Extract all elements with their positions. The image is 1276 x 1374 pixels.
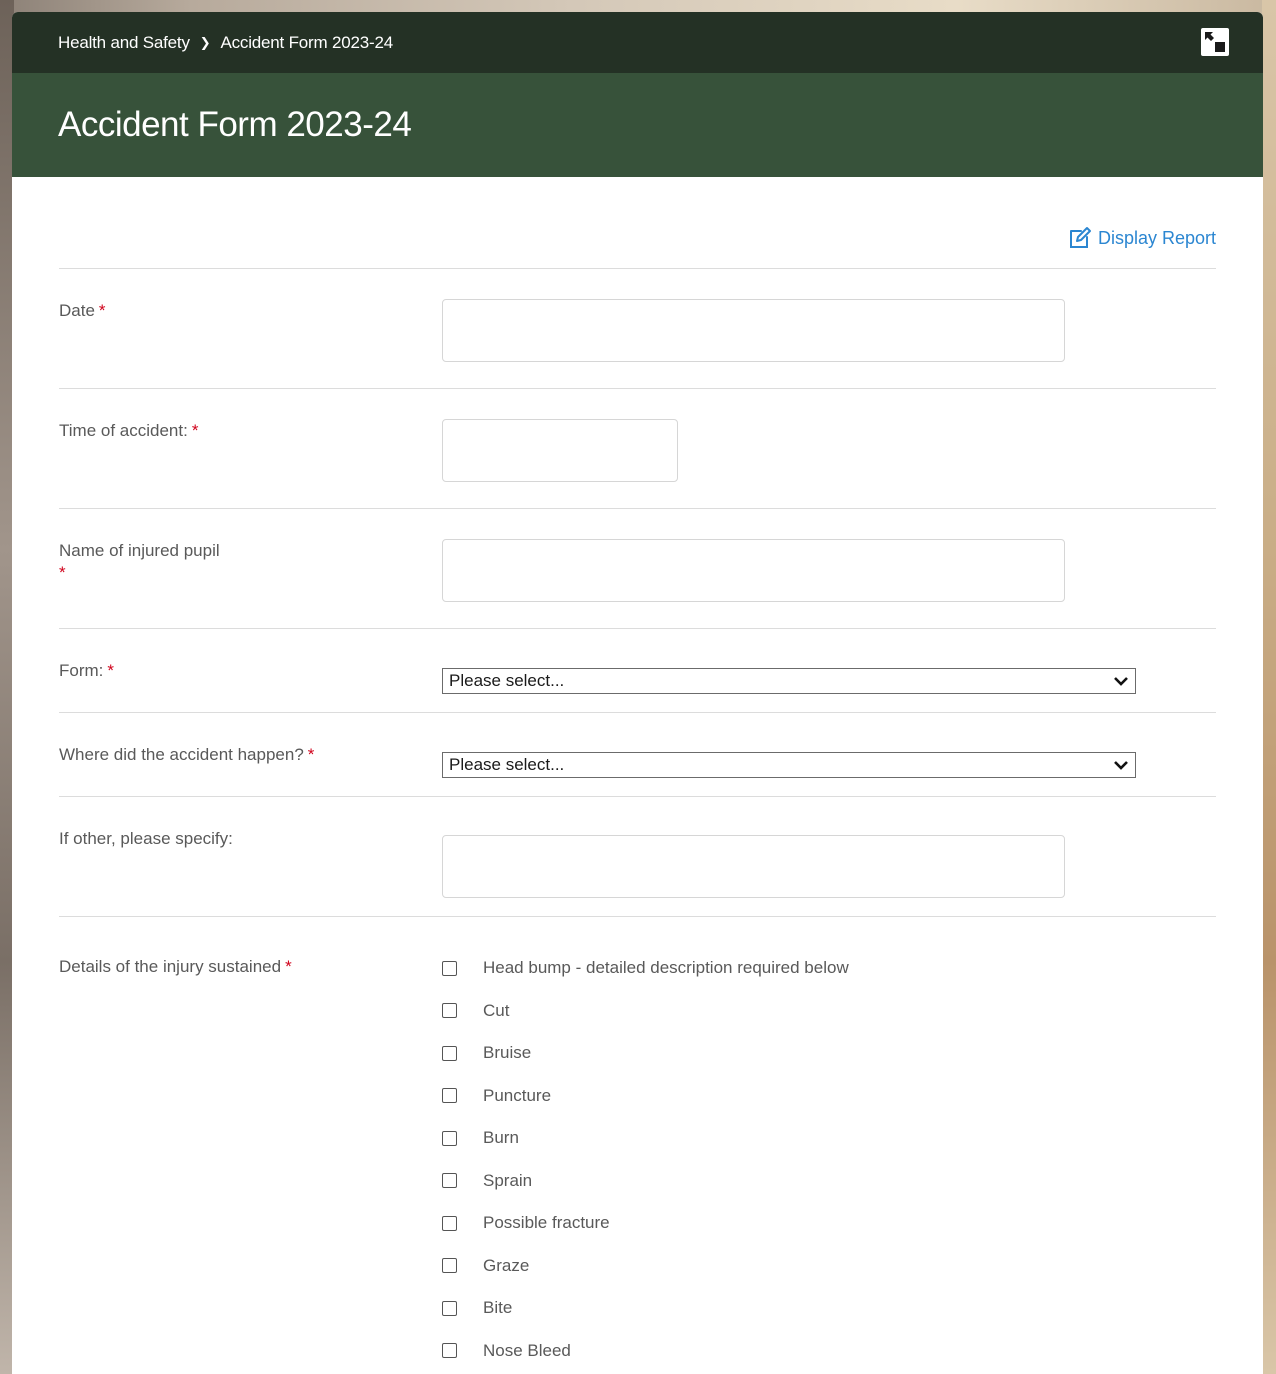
required-mark: *	[59, 563, 66, 582]
injury-label: Details of the injury sustained *	[59, 957, 292, 976]
display-report-label: Display Report	[1097, 227, 1216, 248]
required-mark: *	[307, 745, 315, 764]
other-input[interactable]	[442, 835, 1065, 898]
date-label: Date *	[59, 301, 106, 320]
other-label: If other, please specify:	[59, 829, 233, 848]
injury-option[interactable]: Nose Bleed	[442, 1330, 1216, 1373]
pupil-name-input[interactable]	[442, 539, 1065, 602]
checkbox[interactable]	[442, 1343, 457, 1359]
form-row: Form: * Please select...	[59, 629, 1216, 713]
background-right	[1262, 0, 1276, 1374]
form-panel: Health and Safety ❯ Accident Form 2023-2…	[12, 12, 1263, 1374]
checkbox[interactable]	[442, 1215, 457, 1231]
expand-icon	[1205, 32, 1225, 52]
pupil-name-row: Name of injured pupil *	[59, 509, 1216, 629]
injury-row: Details of the injury sustained * Head bu…	[59, 917, 1216, 1372]
checkbox[interactable]	[442, 1045, 457, 1061]
report-row: Display Report	[59, 177, 1216, 269]
injury-option[interactable]: Bite	[442, 1287, 1216, 1330]
injury-option[interactable]: Possible fracture	[442, 1202, 1216, 1245]
chevron-right-icon: ❯	[199, 34, 211, 50]
form-label: Form: *	[59, 661, 115, 680]
injury-option[interactable]: Burn	[442, 1117, 1216, 1160]
display-report-link[interactable]: Display Report	[1068, 226, 1216, 250]
time-label: Time of accident: *	[59, 421, 199, 440]
form-content: Display Report Date * Time of accident: * …	[12, 177, 1263, 1372]
required-mark: *	[285, 957, 292, 976]
form-select-value: Please select...	[449, 671, 565, 690]
top-bar: Health and Safety ❯ Accident Form 2023-2…	[12, 12, 1263, 73]
time-input[interactable]	[442, 419, 678, 482]
injury-option[interactable]: Head bump - detailed description require…	[442, 947, 1216, 990]
injury-option[interactable]: Graze	[442, 1245, 1216, 1288]
chevron-down-icon	[1114, 761, 1128, 770]
time-row: Time of accident: *	[59, 389, 1216, 509]
injury-checklist: Head bump - detailed description require…	[442, 917, 1216, 1372]
form-select[interactable]: Please select...	[442, 668, 1136, 694]
title-bar: Accident Form 2023-24	[12, 73, 1263, 177]
location-select-value: Please select...	[449, 755, 565, 774]
chevron-down-icon	[1114, 677, 1128, 686]
date-input[interactable]	[442, 299, 1065, 362]
injury-option[interactable]: Puncture	[442, 1075, 1216, 1118]
injury-option[interactable]: Cut	[442, 990, 1216, 1033]
breadcrumb-current: Accident Form 2023-24	[220, 32, 393, 52]
required-mark: *	[191, 421, 199, 440]
checkbox[interactable]	[442, 1003, 457, 1019]
expand-button[interactable]	[1201, 28, 1229, 56]
checkbox[interactable]	[442, 1258, 457, 1274]
injury-option[interactable]: Bruise	[442, 1032, 1216, 1075]
checkbox[interactable]	[442, 1088, 457, 1104]
checkbox[interactable]	[442, 1130, 457, 1146]
other-row: If other, please specify:	[59, 797, 1216, 917]
location-row: Where did the accident happen? * Please s…	[59, 713, 1216, 797]
breadcrumb-parent[interactable]: Health and Safety	[58, 33, 190, 53]
checkbox[interactable]	[442, 1173, 457, 1189]
checkbox[interactable]	[442, 1300, 457, 1316]
required-mark: *	[98, 301, 106, 320]
location-label: Where did the accident happen? *	[59, 745, 315, 764]
breadcrumb: Health and Safety ❯ Accident Form 2023-2…	[58, 33, 393, 53]
checkbox[interactable]	[442, 960, 457, 976]
edit-icon	[1069, 227, 1091, 248]
date-row: Date *	[59, 269, 1216, 389]
required-mark: *	[107, 661, 115, 680]
injury-option[interactable]: Sprain	[442, 1160, 1216, 1203]
location-select[interactable]: Please select...	[442, 752, 1136, 778]
page-title: Accident Form 2023-24	[58, 105, 412, 144]
pupil-name-label: Name of injured pupil *	[59, 541, 220, 582]
